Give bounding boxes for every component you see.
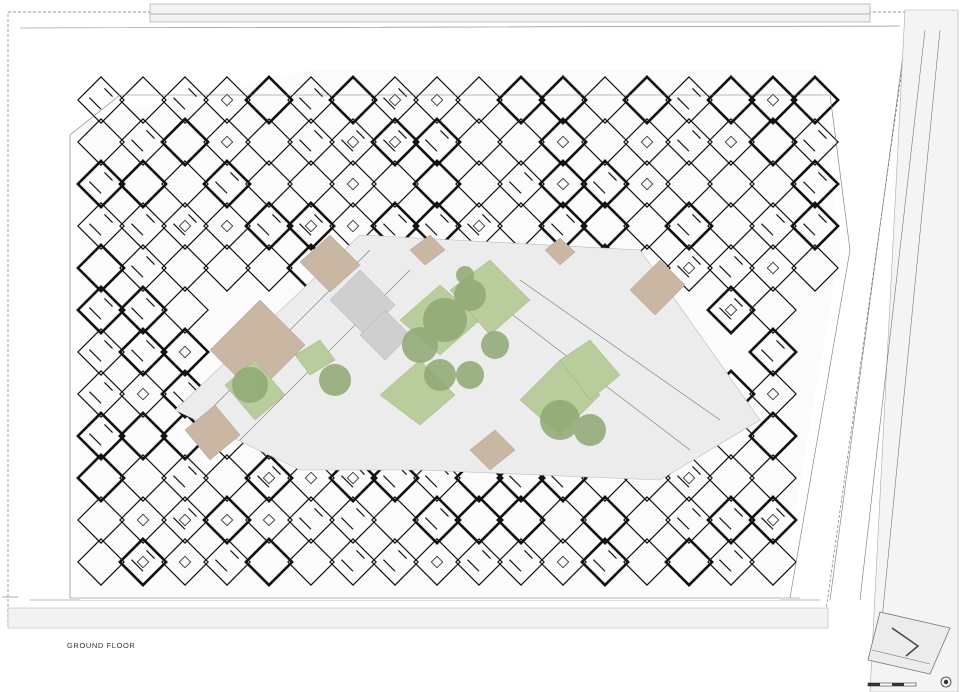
drawing-title: GROUND FLOOR bbox=[67, 641, 136, 650]
street-frontage-top bbox=[149, 3, 871, 23]
sidewalk-bottom bbox=[7, 607, 829, 629]
interior-wall bbox=[89, 88, 113, 110]
road-right bbox=[859, 9, 959, 692]
ground-floor-plan bbox=[2, 3, 959, 692]
scale-bar-icon bbox=[867, 682, 917, 687]
